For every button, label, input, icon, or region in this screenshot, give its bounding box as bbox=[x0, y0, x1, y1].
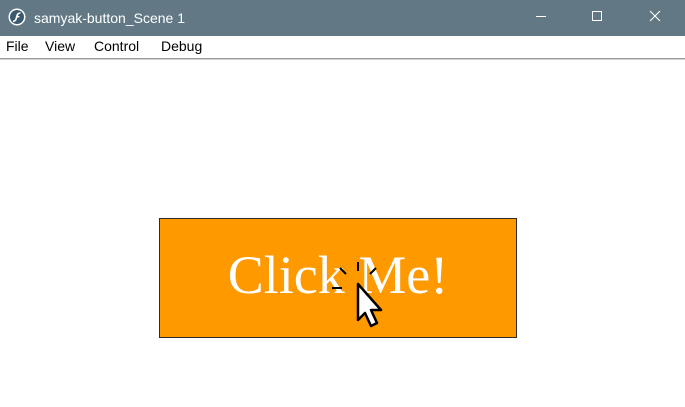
menu-view[interactable]: View bbox=[45, 36, 75, 58]
menu-bar: File View Control Debug bbox=[0, 36, 685, 58]
window-title: samyak-button_Scene 1 bbox=[34, 10, 185, 26]
title-bar[interactable]: samyak-button_Scene 1 bbox=[0, 0, 685, 36]
minimize-icon bbox=[535, 9, 547, 27]
menu-divider bbox=[0, 58, 685, 60]
app-window: samyak-button_Scene 1 File View Control … bbox=[0, 0, 685, 407]
close-button[interactable] bbox=[632, 0, 678, 36]
maximize-icon bbox=[591, 9, 603, 27]
hand-click-cursor-icon bbox=[330, 262, 390, 332]
menu-debug[interactable]: Debug bbox=[161, 36, 202, 58]
menu-file[interactable]: File bbox=[6, 36, 29, 58]
maximize-button[interactable] bbox=[574, 0, 620, 36]
menu-control[interactable]: Control bbox=[94, 36, 139, 58]
flash-player-icon bbox=[8, 8, 26, 26]
stage-canvas: Click Me! bbox=[0, 61, 685, 407]
close-icon bbox=[649, 9, 661, 27]
minimize-button[interactable] bbox=[518, 0, 564, 36]
